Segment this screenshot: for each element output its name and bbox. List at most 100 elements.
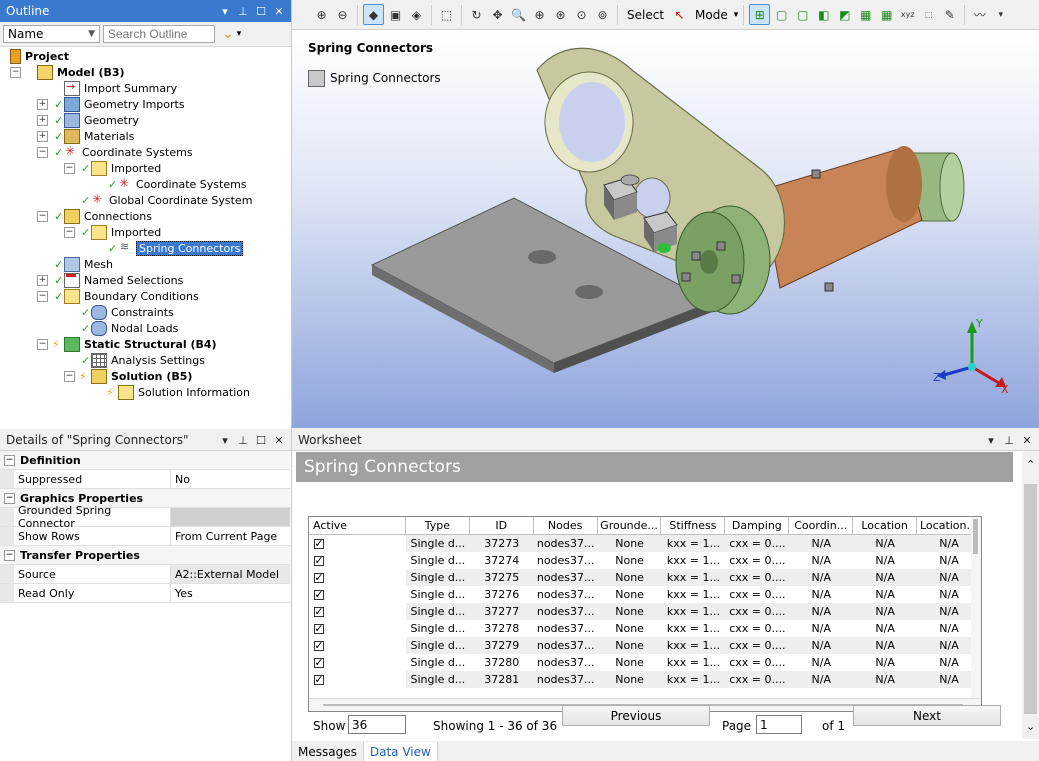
table-row[interactable]: ✓ Single d... 37277 nodes37... None kxx = 1..… bbox=[309, 603, 981, 620]
element-select-icon[interactable]: ▦ bbox=[856, 5, 875, 24]
overflow-menu-icon[interactable]: ▾ bbox=[991, 5, 1010, 24]
zoom-extents-icon[interactable]: ⊙ bbox=[572, 5, 591, 24]
coordinate-label-icon[interactable]: xyz bbox=[898, 5, 917, 24]
scrollbar-thumb[interactable] bbox=[973, 519, 978, 554]
mode-dropdown-icon[interactable]: ▾ bbox=[734, 10, 739, 20]
expand-toggle[interactable]: + bbox=[37, 131, 48, 142]
tree-item-import-summary[interactable]: → Import Summary bbox=[64, 80, 177, 96]
search-input[interactable] bbox=[103, 25, 215, 43]
isometric-view-icon[interactable]: ◆ bbox=[363, 4, 384, 25]
active-checkbox[interactable]: ✓ bbox=[314, 606, 324, 617]
select-label[interactable]: Select bbox=[623, 8, 668, 22]
tree-item-static-structural[interactable]: Static Structural (B4) bbox=[64, 336, 217, 352]
filter-dropdown-icon[interactable]: ▾ bbox=[237, 29, 242, 39]
collapse-toggle[interactable]: − bbox=[4, 492, 15, 504]
previous-button[interactable]: Previous bbox=[562, 705, 710, 726]
table-row[interactable]: ✓ Single d... 37281 nodes37... None kxx = 1..… bbox=[309, 671, 981, 688]
tab-data-view[interactable]: Data View bbox=[363, 742, 438, 761]
collapse-toggle[interactable]: − bbox=[4, 454, 15, 466]
table-row[interactable]: ✓ Single d... 37273 nodes37... None kxx = 1..… bbox=[309, 535, 981, 552]
fps-icon[interactable]: ⬚ bbox=[919, 5, 938, 24]
tree-item-named-selections[interactable]: Named Selections bbox=[64, 272, 183, 288]
active-checkbox[interactable]: ✓ bbox=[314, 572, 324, 583]
table-vertical-scrollbar[interactable] bbox=[971, 517, 981, 711]
collapse-toggle[interactable]: − bbox=[4, 549, 15, 561]
render-icon[interactable]: ◈ bbox=[407, 5, 426, 24]
tree-item-geometry-imports[interactable]: Geometry Imports bbox=[64, 96, 185, 112]
tree-item-global-coordinate-system[interactable]: ✳ Global Coordinate System bbox=[91, 192, 252, 208]
scroll-down-icon[interactable]: ⌄ bbox=[1026, 720, 1035, 733]
column-header-damping[interactable]: Damping bbox=[725, 517, 790, 534]
tree-item-materials[interactable]: Materials bbox=[64, 128, 134, 144]
row-value[interactable]: Yes bbox=[171, 584, 290, 602]
collapse-toggle[interactable]: − bbox=[37, 339, 48, 350]
row-value[interactable]: From Current Page bbox=[171, 527, 290, 545]
column-header-grounded[interactable]: Grounde... bbox=[598, 517, 662, 534]
column-header-location[interactable]: Location bbox=[853, 517, 918, 534]
details-group-definition[interactable]: − Definition bbox=[0, 451, 290, 470]
table-row[interactable]: ✓ Single d... 37276 nodes37... None kxx = 1..… bbox=[309, 586, 981, 603]
tree-item-imported[interactable]: Imported bbox=[91, 160, 161, 176]
scroll-up-icon[interactable]: ⌃ bbox=[1026, 458, 1035, 471]
tree-item-boundary-conditions[interactable]: Boundary Conditions bbox=[64, 288, 199, 304]
node-select-icon[interactable]: ◩ bbox=[835, 5, 854, 24]
close-icon[interactable]: ✕ bbox=[273, 5, 285, 18]
column-header-nodes[interactable]: Nodes bbox=[534, 517, 598, 534]
dropdown-icon[interactable]: ▾ bbox=[219, 434, 231, 447]
tree-item-coordinate-systems[interactable]: ✳ Coordinate Systems bbox=[64, 144, 193, 160]
maximize-icon[interactable]: ☐ bbox=[255, 434, 267, 447]
maximize-icon[interactable]: ☐ bbox=[255, 5, 267, 18]
active-checkbox[interactable]: ✓ bbox=[314, 589, 324, 600]
tree-item-mesh[interactable]: Mesh bbox=[64, 256, 113, 272]
tree-item-solution[interactable]: Solution (B5) bbox=[91, 368, 192, 384]
collapse-toggle[interactable]: − bbox=[37, 211, 48, 222]
magnifier-icon[interactable]: ⊚ bbox=[593, 5, 612, 24]
tree-item-geometry[interactable]: Geometry bbox=[64, 112, 139, 128]
scrollbar-thumb[interactable] bbox=[1024, 484, 1037, 714]
tree-item-coordinate-systems-child[interactable]: ✳ Coordinate Systems bbox=[118, 176, 247, 192]
active-checkbox[interactable]: ✓ bbox=[314, 674, 324, 685]
expand-toggle[interactable]: + bbox=[37, 275, 48, 286]
edge-select-icon[interactable]: ▢ bbox=[772, 5, 791, 24]
collapse-toggle[interactable]: − bbox=[64, 163, 75, 174]
column-header-type[interactable]: Type bbox=[406, 517, 470, 534]
show-input[interactable]: 36 bbox=[348, 715, 406, 734]
zoom-in-icon[interactable]: ⊕ bbox=[312, 5, 331, 24]
table-row[interactable]: ✓ Single d... 37275 nodes37... None kxx = 1..… bbox=[309, 569, 981, 586]
column-header-id[interactable]: ID bbox=[470, 517, 534, 534]
zoom-out-icon[interactable]: ⊖ bbox=[333, 5, 352, 24]
box-zoom-icon[interactable]: ⊕ bbox=[530, 5, 549, 24]
filter-select[interactable]: Name ▼ bbox=[3, 25, 100, 43]
table-row[interactable]: ✓ Single d... 37278 nodes37... None kxx = 1..… bbox=[309, 620, 981, 637]
expand-toggle[interactable]: + bbox=[37, 115, 48, 126]
tree-item-analysis-settings[interactable]: Analysis Settings bbox=[91, 352, 205, 368]
worksheet-scrollbar[interactable]: ⌃ ⌄ bbox=[1022, 452, 1039, 739]
body-select-icon[interactable]: ◧ bbox=[814, 5, 833, 24]
details-group-transfer-properties[interactable]: − Transfer Properties bbox=[0, 546, 290, 565]
cursor-icon[interactable]: ↖ bbox=[670, 5, 689, 24]
expand-toggle[interactable]: + bbox=[37, 99, 48, 110]
table-row[interactable]: ✓ Single d... 37279 nodes37... None kxx = 1..… bbox=[309, 637, 981, 654]
tree-item-imported-connections[interactable]: Imported bbox=[91, 224, 161, 240]
table-row[interactable]: ✓ Single d... 37274 nodes37... None kxx = 1..… bbox=[309, 552, 981, 569]
tree-item-nodal-loads[interactable]: Nodal Loads bbox=[91, 320, 178, 336]
mode-label[interactable]: Mode bbox=[691, 8, 732, 22]
collapse-toggle[interactable]: − bbox=[37, 291, 48, 302]
next-button[interactable]: Next bbox=[853, 705, 1001, 726]
active-checkbox[interactable]: ✓ bbox=[314, 657, 324, 668]
column-header-stiffness[interactable]: Stiffness bbox=[661, 517, 726, 534]
column-header-coordinate[interactable]: Coordin... bbox=[789, 517, 854, 534]
zoom-fit-icon[interactable]: ⊛ bbox=[551, 5, 570, 24]
details-row-read-only[interactable]: Read Only Yes bbox=[0, 584, 290, 603]
annotation-icon[interactable]: ✎ bbox=[940, 5, 959, 24]
details-row-suppressed[interactable]: Suppressed No bbox=[0, 470, 290, 489]
tree-item-model[interactable]: Model (B3) bbox=[37, 64, 125, 80]
face-select-icon[interactable]: ▢ bbox=[793, 5, 812, 24]
row-value[interactable]: A2::External Model bbox=[171, 565, 290, 583]
box-view-icon[interactable]: ▣ bbox=[386, 5, 405, 24]
row-value[interactable] bbox=[171, 508, 290, 526]
details-row-grounded-spring-connector[interactable]: Grounded Spring Connector bbox=[0, 504, 290, 530]
details-row-source[interactable]: Source A2::External Model bbox=[0, 565, 290, 584]
active-checkbox[interactable]: ✓ bbox=[314, 538, 324, 549]
pin-icon[interactable]: ⊥ bbox=[237, 434, 249, 447]
